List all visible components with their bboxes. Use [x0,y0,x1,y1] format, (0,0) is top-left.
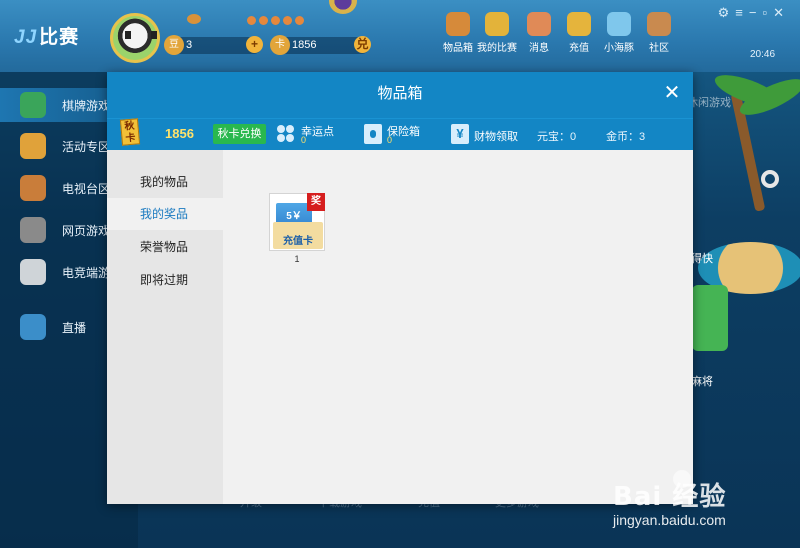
message-icon [527,12,551,36]
yuanbao-balance: 元宝：0 [537,131,577,143]
nav-my-prizes[interactable]: 我的奖品 [107,198,223,230]
right-label-mahjong[interactable]: 麻将 [691,373,713,389]
live-icon [20,314,46,340]
dialog-title: 物品箱 [107,72,693,118]
tv-icon [20,175,46,201]
prize-grid: 5￥ 充值卡 奖 1 [223,150,693,504]
gamepad-icon [20,259,46,285]
medal-icon[interactable] [329,0,357,14]
nav-my-items[interactable]: 我的物品 [107,166,223,198]
prize-item-card[interactable]: 5￥ 充值卡 奖 [269,193,325,251]
autumn-card-icon: 秋卡 [119,118,141,146]
lucky-points[interactable]: 幸运点 0 [301,123,334,145]
watermark-url: jingyan.baidu.com [613,512,726,528]
yen-icon: ¥ [451,124,469,144]
safe-box[interactable]: 保险箱 0 [387,123,420,145]
trophy-icon [485,12,509,36]
close-icon[interactable]: ✕ [661,82,683,104]
bean-icon [187,14,201,24]
community-icon [647,12,671,36]
reward-badge: 奖 [307,193,325,211]
mahjong-tile-icon [692,285,728,351]
card-balance: 卡 1856 兑 [270,35,371,55]
card-value: 1856 [165,126,194,141]
add-beans-button[interactable]: + [246,36,263,53]
pins-icon [247,14,307,28]
prize-item[interactable]: 5￥ 充值卡 奖 1 [269,193,325,264]
prize-name: 充值卡 [283,236,313,247]
gold-balance: 金币：3 [606,131,646,143]
maximize-icon[interactable]: ▫ [762,5,773,20]
safe-box-value: 0 [387,135,393,145]
item-box-dialog: 物品箱 ✕ 秋卡 1856 秋卡兑换 幸运点 0 保险箱 0 ¥ 财物领取 元宝… [107,72,693,504]
card-balance-value: 1856 [292,39,317,51]
lucky-points-value: 0 [301,135,307,145]
watermark-logo: Bai 经验 [613,482,727,512]
toolbar-item-dolphin[interactable]: 小海豚 [600,12,638,54]
dialog-info-bar: 秋卡 1856 秋卡兑换 幸运点 0 保险箱 0 ¥ 财物领取 元宝：0 金币：… [107,118,693,150]
dolphin-icon [607,12,631,36]
toolbar-item-community[interactable]: 社区 [640,12,678,54]
card-coin-icon: 卡 [270,35,290,55]
top-bar: JJ 比赛 豆 3 + 卡 1856 兑 物品箱 我的比赛 消息 充值 小海豚 社… [0,0,800,72]
coin-icon [567,12,591,36]
bean-coin-icon: 豆 [164,35,184,55]
shield-icon [20,217,46,243]
menu-icon[interactable]: ≡ [735,5,749,20]
clock: 20:46 [750,49,776,60]
user-avatar[interactable] [110,13,160,63]
baidu-jingyan-watermark: Bai 经验 jingyan.baidu.com [613,470,795,540]
minimize-icon[interactable]: − [749,5,763,20]
bean-balance-value: 3 [186,39,193,51]
toolbar-item-message[interactable]: 消息 [520,12,558,54]
gift-icon [20,133,46,159]
window-controls: ⚙≡−▫✕ [718,5,790,21]
card-exchange-button[interactable]: 秋卡兑换 [213,124,266,144]
safe-icon [364,124,382,144]
nav-honor-items[interactable]: 荣誉物品 [107,231,223,263]
toolbar-item-recharge[interactable]: 充值 [560,12,598,54]
exchange-button[interactable]: 兑 [354,36,371,53]
app-logo[interactable]: JJ 比赛 [14,22,79,49]
toolbar-item-my-match[interactable]: 我的比赛 [475,12,519,54]
nav-expiring-soon[interactable]: 即将过期 [107,264,223,296]
prize-quantity: 1 [294,254,300,264]
window-close-icon[interactable]: ✕ [773,5,790,20]
clover-icon [277,125,295,143]
dialog-nav: 我的物品 我的奖品 荣誉物品 即将过期 [107,150,223,504]
bean-balance: 豆 3 + [164,35,263,55]
right-label-dekuai[interactable]: 得快 [691,250,713,266]
toolbar-item-box[interactable]: 物品箱 [439,12,477,54]
item-box-icon [446,12,470,36]
settings-icon[interactable]: ⚙ [718,5,736,20]
right-label-casual[interactable]: 休闲游戏 [687,94,731,110]
life-ring-icon [761,170,779,188]
wealth-claim-link[interactable]: 财物领取 [474,128,518,144]
cards-icon [20,92,46,118]
